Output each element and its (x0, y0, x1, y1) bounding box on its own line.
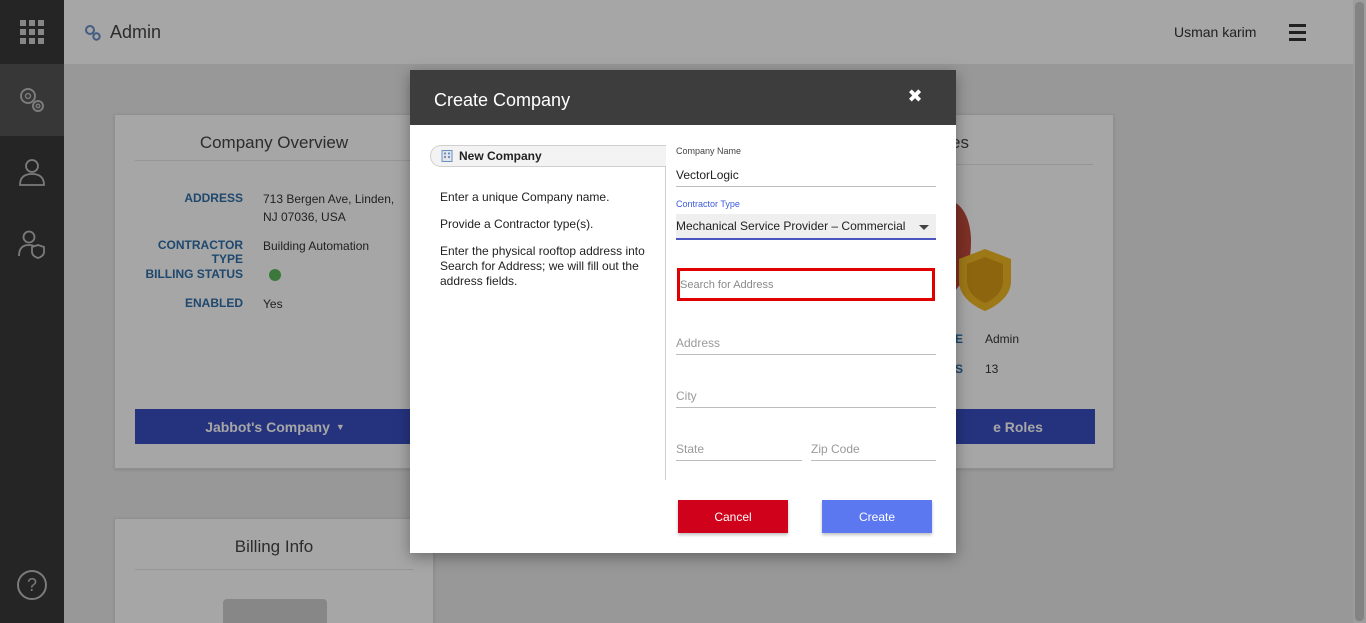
instruction-text: Enter a unique Company name. (440, 190, 610, 204)
city-input[interactable] (676, 385, 936, 408)
dropdown-caret-icon (919, 225, 929, 230)
modal-header: Create Company ✖ (410, 70, 956, 125)
create-company-modal: Create Company ✖ New Company Enter a uni… (410, 70, 956, 553)
zip-code-input[interactable] (811, 438, 936, 461)
contractor-type-label: Contractor Type (676, 199, 740, 209)
address-input[interactable] (676, 332, 936, 355)
wizard-steps-panel: New Company Enter a unique Company name.… (430, 145, 666, 480)
search-address-input[interactable] (680, 271, 932, 298)
cancel-button[interactable]: Cancel (678, 500, 788, 533)
step-tab-label: New Company (459, 149, 542, 163)
company-name-label: Company Name (676, 146, 742, 156)
search-address-box (677, 268, 935, 301)
state-input[interactable] (676, 438, 802, 461)
create-button[interactable]: Create (822, 500, 932, 533)
contractor-type-value: Mechanical Service Provider – Commercial (676, 219, 906, 233)
step-tab-new-company[interactable]: New Company (430, 145, 666, 167)
company-name-input[interactable] (676, 163, 936, 187)
close-icon[interactable]: ✖ (906, 88, 924, 106)
building-icon (441, 150, 453, 162)
instruction-text: Provide a Contractor type(s). (440, 217, 594, 231)
contractor-type-select[interactable]: Mechanical Service Provider – Commercial (676, 214, 936, 240)
instruction-text: Enter the physical rooftop address into … (440, 244, 645, 288)
modal-title: Create Company (434, 90, 571, 110)
